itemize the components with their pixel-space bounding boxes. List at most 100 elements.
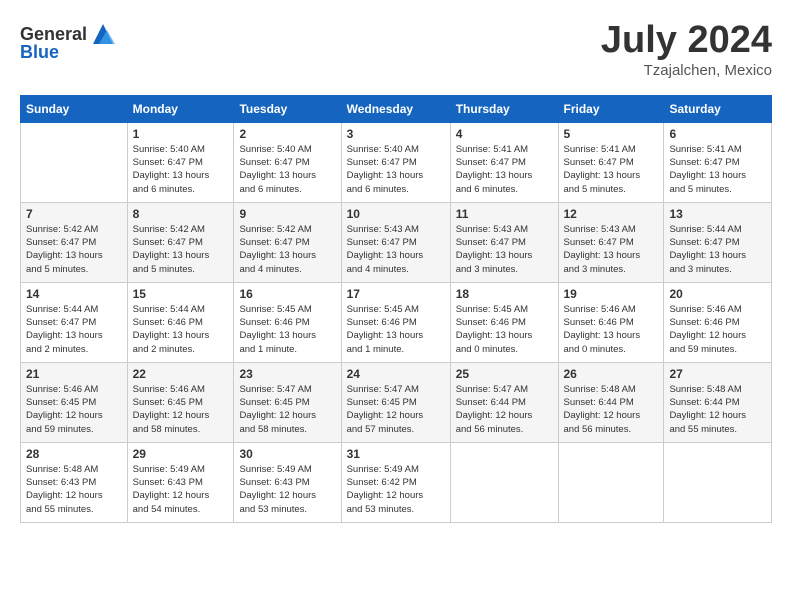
- day-number: 22: [133, 367, 229, 381]
- day-number: 21: [26, 367, 122, 381]
- column-header-friday: Friday: [558, 95, 664, 122]
- day-number: 27: [669, 367, 766, 381]
- calendar-cell: 3Sunrise: 5:40 AM Sunset: 6:47 PM Daylig…: [341, 122, 450, 202]
- day-number: 15: [133, 287, 229, 301]
- day-number: 16: [239, 287, 335, 301]
- day-number: 20: [669, 287, 766, 301]
- calendar-cell: 9 Sunrise: 5:42 AM Sunset: 6:47 PM Daylig…: [234, 202, 341, 282]
- day-info: Sunrise: 5:47 AM Sunset: 6:44 PM Dayligh…: [456, 383, 553, 436]
- day-info: Sunrise: 5:47 AM Sunset: 6:45 PM Dayligh…: [347, 383, 445, 436]
- day-number: 9: [239, 207, 335, 221]
- day-info: Sunrise: 5:42 AM Sunset: 6:47 PM Dayligh…: [26, 223, 122, 276]
- day-number: 18: [456, 287, 553, 301]
- calendar-cell: [664, 442, 772, 522]
- day-info: Sunrise: 5:46 AM Sunset: 6:46 PM Dayligh…: [564, 303, 659, 356]
- calendar-cell: 27 Sunrise: 5:48 AM Sunset: 6:44 PM Dayli…: [664, 362, 772, 442]
- day-number: 29: [133, 447, 229, 461]
- calendar-cell: 1 Sunrise: 5:40 AM Sunset: 6:47 PM Daylig…: [127, 122, 234, 202]
- week-row-3: 14 Sunrise: 5:44 AM Sunset: 6:47 PM Dayli…: [21, 282, 772, 362]
- day-number: 11: [456, 207, 553, 221]
- day-info: Sunrise: 5:45 AM Sunset: 6:46 PM Dayligh…: [239, 303, 335, 356]
- calendar-cell: [450, 442, 558, 522]
- calendar-cell: 24Sunrise: 5:47 AM Sunset: 6:45 PM Dayli…: [341, 362, 450, 442]
- calendar-cell: 14 Sunrise: 5:44 AM Sunset: 6:47 PM Dayli…: [21, 282, 128, 362]
- day-info: Sunrise: 5:44 AM Sunset: 6:46 PM Dayligh…: [133, 303, 229, 356]
- calendar-cell: 30 Sunrise: 5:49 AM Sunset: 6:43 PM Dayli…: [234, 442, 341, 522]
- day-number: 7: [26, 207, 122, 221]
- day-info: Sunrise: 5:40 AM Sunset: 6:47 PM Dayligh…: [239, 143, 335, 196]
- calendar-cell: [558, 442, 664, 522]
- day-info: Sunrise: 5:43 AM Sunset: 6:47 PM Dayligh…: [347, 223, 445, 276]
- calendar-cell: 23Sunrise: 5:47 AM Sunset: 6:45 PM Dayli…: [234, 362, 341, 442]
- day-info: Sunrise: 5:44 AM Sunset: 6:47 PM Dayligh…: [669, 223, 766, 276]
- calendar-cell: 8 Sunrise: 5:42 AM Sunset: 6:47 PM Daylig…: [127, 202, 234, 282]
- calendar-cell: 20 Sunrise: 5:46 AM Sunset: 6:46 PM Dayli…: [664, 282, 772, 362]
- column-header-thursday: Thursday: [450, 95, 558, 122]
- day-info: Sunrise: 5:46 AM Sunset: 6:46 PM Dayligh…: [669, 303, 766, 356]
- location-title: Tzajalchen, Mexico: [601, 62, 772, 79]
- day-number: 26: [564, 367, 659, 381]
- logo-blue: Blue: [20, 42, 59, 63]
- calendar-cell: [21, 122, 128, 202]
- calendar-cell: 31 Sunrise: 5:49 AM Sunset: 6:42 PM Dayli…: [341, 442, 450, 522]
- day-info: Sunrise: 5:40 AM Sunset: 6:47 PM Dayligh…: [133, 143, 229, 196]
- day-info: Sunrise: 5:42 AM Sunset: 6:47 PM Dayligh…: [239, 223, 335, 276]
- calendar-cell: 13 Sunrise: 5:44 AM Sunset: 6:47 PM Dayli…: [664, 202, 772, 282]
- column-header-sunday: Sunday: [21, 95, 128, 122]
- calendar-cell: 16 Sunrise: 5:45 AM Sunset: 6:46 PM Dayli…: [234, 282, 341, 362]
- calendar-cell: 26Sunrise: 5:48 AM Sunset: 6:44 PM Dayli…: [558, 362, 664, 442]
- day-number: 13: [669, 207, 766, 221]
- title-block: July 2024 Tzajalchen, Mexico: [601, 20, 772, 79]
- day-number: 31: [347, 447, 445, 461]
- day-info: Sunrise: 5:48 AM Sunset: 6:44 PM Dayligh…: [669, 383, 766, 436]
- day-info: Sunrise: 5:43 AM Sunset: 6:47 PM Dayligh…: [456, 223, 553, 276]
- calendar-cell: 2 Sunrise: 5:40 AM Sunset: 6:47 PM Daylig…: [234, 122, 341, 202]
- calendar-cell: 17 Sunrise: 5:45 AM Sunset: 6:46 PM Dayli…: [341, 282, 450, 362]
- day-info: Sunrise: 5:40 AM Sunset: 6:47 PM Dayligh…: [347, 143, 445, 196]
- day-info: Sunrise: 5:49 AM Sunset: 6:43 PM Dayligh…: [133, 463, 229, 516]
- calendar-cell: 25 Sunrise: 5:47 AM Sunset: 6:44 PM Dayli…: [450, 362, 558, 442]
- day-info: Sunrise: 5:45 AM Sunset: 6:46 PM Dayligh…: [456, 303, 553, 356]
- day-info: Sunrise: 5:45 AM Sunset: 6:46 PM Dayligh…: [347, 303, 445, 356]
- calendar-cell: 21 Sunrise: 5:46 AM Sunset: 6:45 PM Dayli…: [21, 362, 128, 442]
- day-info: Sunrise: 5:48 AM Sunset: 6:43 PM Dayligh…: [26, 463, 122, 516]
- calendar-cell: 15 Sunrise: 5:44 AM Sunset: 6:46 PM Dayli…: [127, 282, 234, 362]
- day-number: 25: [456, 367, 553, 381]
- logo: General Blue: [20, 20, 117, 63]
- calendar-cell: 6 Sunrise: 5:41 AM Sunset: 6:47 PM Daylig…: [664, 122, 772, 202]
- day-info: Sunrise: 5:46 AM Sunset: 6:45 PM Dayligh…: [26, 383, 122, 436]
- week-row-2: 7 Sunrise: 5:42 AM Sunset: 6:47 PM Daylig…: [21, 202, 772, 282]
- day-info: Sunrise: 5:44 AM Sunset: 6:47 PM Dayligh…: [26, 303, 122, 356]
- month-title: July 2024: [601, 20, 772, 62]
- day-number: 5: [564, 127, 659, 141]
- day-number: 6: [669, 127, 766, 141]
- calendar-cell: 5Sunrise: 5:41 AM Sunset: 6:47 PM Daylig…: [558, 122, 664, 202]
- day-info: Sunrise: 5:49 AM Sunset: 6:42 PM Dayligh…: [347, 463, 445, 516]
- calendar-cell: 7 Sunrise: 5:42 AM Sunset: 6:47 PM Daylig…: [21, 202, 128, 282]
- column-header-wednesday: Wednesday: [341, 95, 450, 122]
- day-number: 8: [133, 207, 229, 221]
- column-header-tuesday: Tuesday: [234, 95, 341, 122]
- day-number: 19: [564, 287, 659, 301]
- column-header-monday: Monday: [127, 95, 234, 122]
- calendar-cell: 29 Sunrise: 5:49 AM Sunset: 6:43 PM Dayli…: [127, 442, 234, 522]
- day-info: Sunrise: 5:49 AM Sunset: 6:43 PM Dayligh…: [239, 463, 335, 516]
- day-number: 12: [564, 207, 659, 221]
- week-row-5: 28Sunrise: 5:48 AM Sunset: 6:43 PM Dayli…: [21, 442, 772, 522]
- calendar-table: SundayMondayTuesdayWednesdayThursdayFrid…: [20, 95, 772, 523]
- day-number: 17: [347, 287, 445, 301]
- calendar-cell: 19 Sunrise: 5:46 AM Sunset: 6:46 PM Dayli…: [558, 282, 664, 362]
- day-number: 4: [456, 127, 553, 141]
- calendar-cell: 28Sunrise: 5:48 AM Sunset: 6:43 PM Dayli…: [21, 442, 128, 522]
- day-number: 2: [239, 127, 335, 141]
- day-info: Sunrise: 5:43 AM Sunset: 6:47 PM Dayligh…: [564, 223, 659, 276]
- calendar-cell: 12 Sunrise: 5:43 AM Sunset: 6:47 PM Dayli…: [558, 202, 664, 282]
- day-number: 30: [239, 447, 335, 461]
- day-info: Sunrise: 5:41 AM Sunset: 6:47 PM Dayligh…: [669, 143, 766, 196]
- week-row-1: 1 Sunrise: 5:40 AM Sunset: 6:47 PM Daylig…: [21, 122, 772, 202]
- day-number: 1: [133, 127, 229, 141]
- day-info: Sunrise: 5:42 AM Sunset: 6:47 PM Dayligh…: [133, 223, 229, 276]
- calendar-cell: 22Sunrise: 5:46 AM Sunset: 6:45 PM Dayli…: [127, 362, 234, 442]
- logo-icon: [89, 20, 117, 48]
- day-number: 14: [26, 287, 122, 301]
